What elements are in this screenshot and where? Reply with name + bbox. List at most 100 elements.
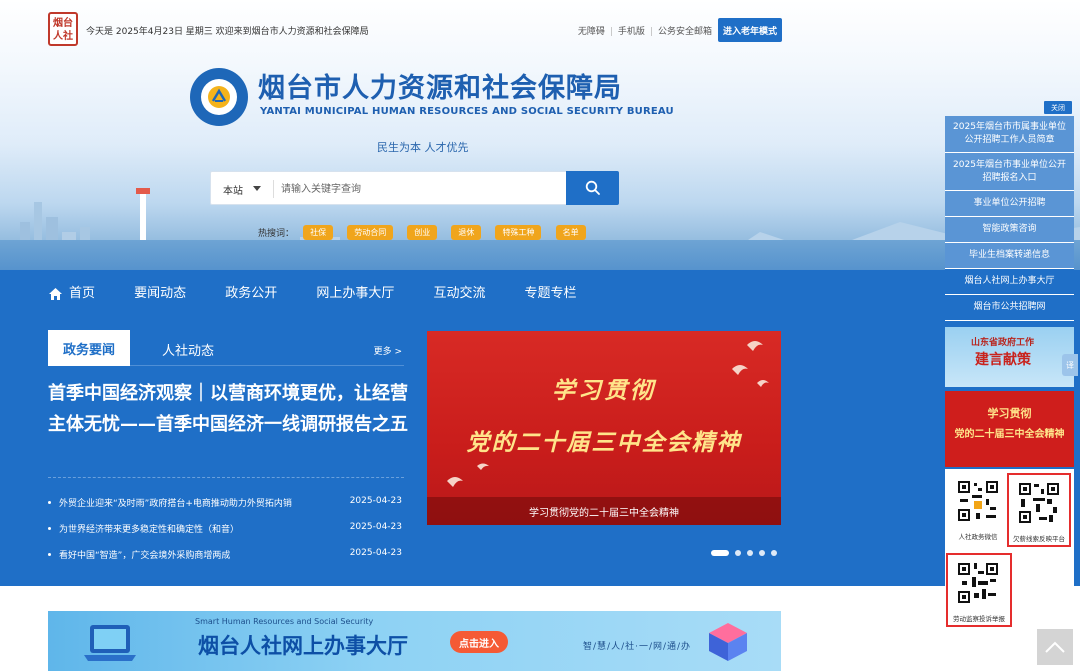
qr-code-icon	[956, 479, 1000, 523]
portal-banner-subtitle: Smart Human Resources and Social Securit…	[195, 617, 374, 626]
header-banner	[0, 0, 1080, 300]
carousel-pagination	[711, 542, 777, 556]
online-service-banner[interactable]: Smart Human Resources and Social Securit…	[48, 611, 781, 671]
sidebar-close-button[interactable]: 关闭	[1044, 101, 1072, 114]
qr-code-icon	[1017, 481, 1061, 525]
news-item[interactable]: 为世界经济带来更多稳定性和确定性（和音） 2025-04-23	[48, 521, 404, 547]
search-divider	[273, 180, 274, 198]
carousel-dot[interactable]	[747, 549, 753, 556]
promo-small-title: 山东省政府工作	[971, 338, 1035, 348]
news-item-title[interactable]: 为世界经济带来更多稳定性和确定性（和音）	[59, 522, 239, 535]
qr-wechat[interactable]: 人社政务微信	[948, 473, 1008, 547]
site-logo[interactable]: 烟台市人力资源和社会保障局 YANTAI MUNICIPAL HUMAN RES…	[190, 66, 674, 130]
home-icon	[49, 287, 62, 300]
sidebar-link-graduate-archive[interactable]: 毕业生档案转递信息	[945, 243, 1074, 269]
bureau-emblem-icon	[190, 68, 248, 126]
tab-gov-news[interactable]: 政务要闻	[48, 330, 130, 366]
nav-item-online-service[interactable]: 网上办事大厅	[316, 282, 394, 301]
nav-item-gov-affairs[interactable]: 政务公开	[225, 282, 277, 301]
carousel-dot-active[interactable]	[711, 549, 729, 556]
carousel-dot[interactable]	[759, 549, 765, 556]
hot-search-label: 热搜词：	[258, 229, 295, 239]
carousel-dot[interactable]	[771, 549, 777, 556]
hot-tag[interactable]: 退休	[451, 225, 482, 240]
translate-tab[interactable]: 译	[1062, 354, 1078, 376]
mobile-version-link[interactable]: 手机版	[618, 27, 645, 37]
nav-item-interaction[interactable]: 互动交流	[433, 282, 485, 301]
sidebar-link-recruit-entry[interactable]: 2025年烟台市事业单位公开招聘报名入口	[945, 153, 1074, 191]
top-bar: 烟台 人社 今天是 2025年4月23日 星期三 欢迎来到烟台市人力资源和社会保障…	[48, 12, 782, 46]
qr-code-panel: 人社政务微信 欠薪线索反映平台 劳动监察投诉举报	[945, 469, 1074, 627]
bullet-icon	[48, 501, 51, 504]
laptop-illustration-icon	[84, 625, 136, 661]
hot-tag[interactable]: 创业	[407, 225, 438, 240]
sidebar-link-public-recruit[interactable]: 事业单位公开招聘	[945, 191, 1074, 217]
headline-news[interactable]: 首季中国经济观察｜以营商环境更优，让经营主体无忧——首季中国经济一线调研报告之五	[48, 378, 408, 440]
news-list: 外贸企业迎来“及时雨”政府搭台+电商推动助力外贸拓内销 2025-04-23 为…	[48, 495, 404, 573]
main-nav: 首页 要闻动态 政务公开 网上办事大厅 互动交流 专题专栏	[48, 281, 611, 305]
qr-label: 劳动监察投诉举报	[953, 615, 1005, 623]
site-title: 烟台市人力资源和社会保障局	[258, 73, 622, 104]
sidebar-promo-study[interactable]: 学习贯彻 党的二十届三中全会精神	[945, 391, 1074, 467]
feature-carousel-slide[interactable]: 学习贯彻 党的二十届三中全会精神 学习贯彻党的二十届三中全会精神	[427, 331, 781, 525]
site-subtitle-en: YANTAI MUNICIPAL HUMAN RESOURCES AND SOC…	[260, 106, 674, 117]
elder-mode-button[interactable]: 进入老年模式	[718, 18, 782, 42]
nav-home-label: 首页	[69, 286, 96, 301]
enter-button[interactable]: 点击进入	[450, 631, 508, 653]
promo-big-title: 建言献策	[975, 352, 1031, 368]
portal-banner-title: 烟台人社网上办事大厅	[198, 634, 408, 658]
hot-tag[interactable]: 名单	[555, 225, 586, 240]
dashed-divider	[48, 477, 404, 478]
news-item-title[interactable]: 外贸企业迎来“及时雨”政府搭台+电商推动助力外贸拓内销	[59, 496, 292, 509]
sidebar-link-policy-consult[interactable]: 智能政策咨询	[945, 217, 1074, 243]
search-button[interactable]	[566, 171, 619, 205]
cube-illustration-icon	[709, 623, 747, 661]
promo2-line1: 学习贯彻	[987, 407, 1032, 420]
qr-wage-arrears[interactable]: 欠薪线索反映平台	[1007, 473, 1071, 547]
news-item-date: 2025-04-23	[349, 522, 402, 532]
feature-title-line1: 学习贯彻	[552, 377, 656, 404]
qr-labor-complaint[interactable]: 劳动监察投诉举报	[946, 553, 1012, 627]
feature-title-line2: 党的二十届三中全会精神	[466, 429, 742, 456]
news-item-date: 2025-04-23	[349, 548, 402, 558]
bullet-icon	[48, 553, 51, 556]
news-item-title[interactable]: 看好中国“智造”，广交会境外采购商增两成	[59, 548, 230, 561]
news-item[interactable]: 外贸企业迎来“及时雨”政府搭台+电商推动助力外贸拓内销 2025-04-23	[48, 495, 404, 521]
date-welcome-text: 今天是 2025年4月23日 星期三 欢迎来到烟台市人力资源和社会保障局	[86, 27, 369, 37]
back-to-top-button[interactable]	[1037, 629, 1073, 665]
accessibility-link[interactable]: 无障碍	[578, 27, 605, 37]
news-tabs: 政务要闻 人社动态 更多 >	[48, 330, 404, 366]
sidebar-promo-suggestions[interactable]: 山东省政府工作 建言献策	[945, 327, 1074, 387]
qr-code-icon	[956, 561, 1000, 605]
qr-label: 人社政务微信	[958, 533, 998, 541]
sidebar-link-recruit-brochure[interactable]: 2025年烟台市市属事业单位公开招聘工作人员简章	[945, 116, 1074, 153]
promo2-line2: 党的二十届三中全会精神	[954, 429, 1065, 440]
official-mailbox-link[interactable]: 公务安全邮箱	[658, 27, 712, 37]
news-item[interactable]: 看好中国“智造”，广交会境外采购商增两成 2025-04-23	[48, 547, 404, 573]
nav-item-news[interactable]: 要闻动态	[134, 282, 186, 301]
portal-banner-tagline: 智/慧/人/社·一/网/通/办	[583, 642, 692, 652]
qr-label: 欠薪线索反映平台	[1013, 535, 1065, 543]
hot-tag[interactable]: 社保	[303, 225, 334, 240]
nav-item-home[interactable]: 首页	[48, 282, 95, 301]
hot-tag[interactable]: 劳动合同	[347, 225, 394, 240]
search-icon	[585, 180, 600, 195]
search-scope-select[interactable]: 本站	[223, 182, 243, 197]
sidebar-link-online-hall[interactable]: 烟台人社网上办事大厅	[945, 269, 1074, 295]
news-item-date: 2025-04-23	[349, 496, 402, 506]
carousel-dot[interactable]	[735, 549, 741, 556]
hot-search-tags: 热搜词： 社保 劳动合同 创业 退休 特殊工种 名单	[258, 222, 595, 240]
site-slogan: 民生为本 人才优先	[377, 141, 469, 154]
search-box: 本站	[210, 171, 619, 205]
more-link[interactable]: 更多 >	[374, 344, 402, 357]
chevron-down-icon[interactable]	[253, 186, 261, 191]
tab-hr-news[interactable]: 人社动态	[162, 340, 214, 359]
sidebar-link-job-site[interactable]: 烟台市公共招聘网	[945, 295, 1074, 321]
feature-caption[interactable]: 学习贯彻党的二十届三中全会精神	[427, 497, 781, 525]
nav-item-topics[interactable]: 专题专栏	[525, 282, 577, 301]
sidebar-links: 2025年烟台市市属事业单位公开招聘工作人员简章 2025年烟台市事业单位公开招…	[945, 116, 1074, 321]
hot-tag[interactable]: 特殊工种	[495, 225, 542, 240]
bullet-icon	[48, 527, 51, 530]
seal-logo: 烟台 人社	[48, 12, 78, 46]
search-input[interactable]	[281, 178, 561, 200]
